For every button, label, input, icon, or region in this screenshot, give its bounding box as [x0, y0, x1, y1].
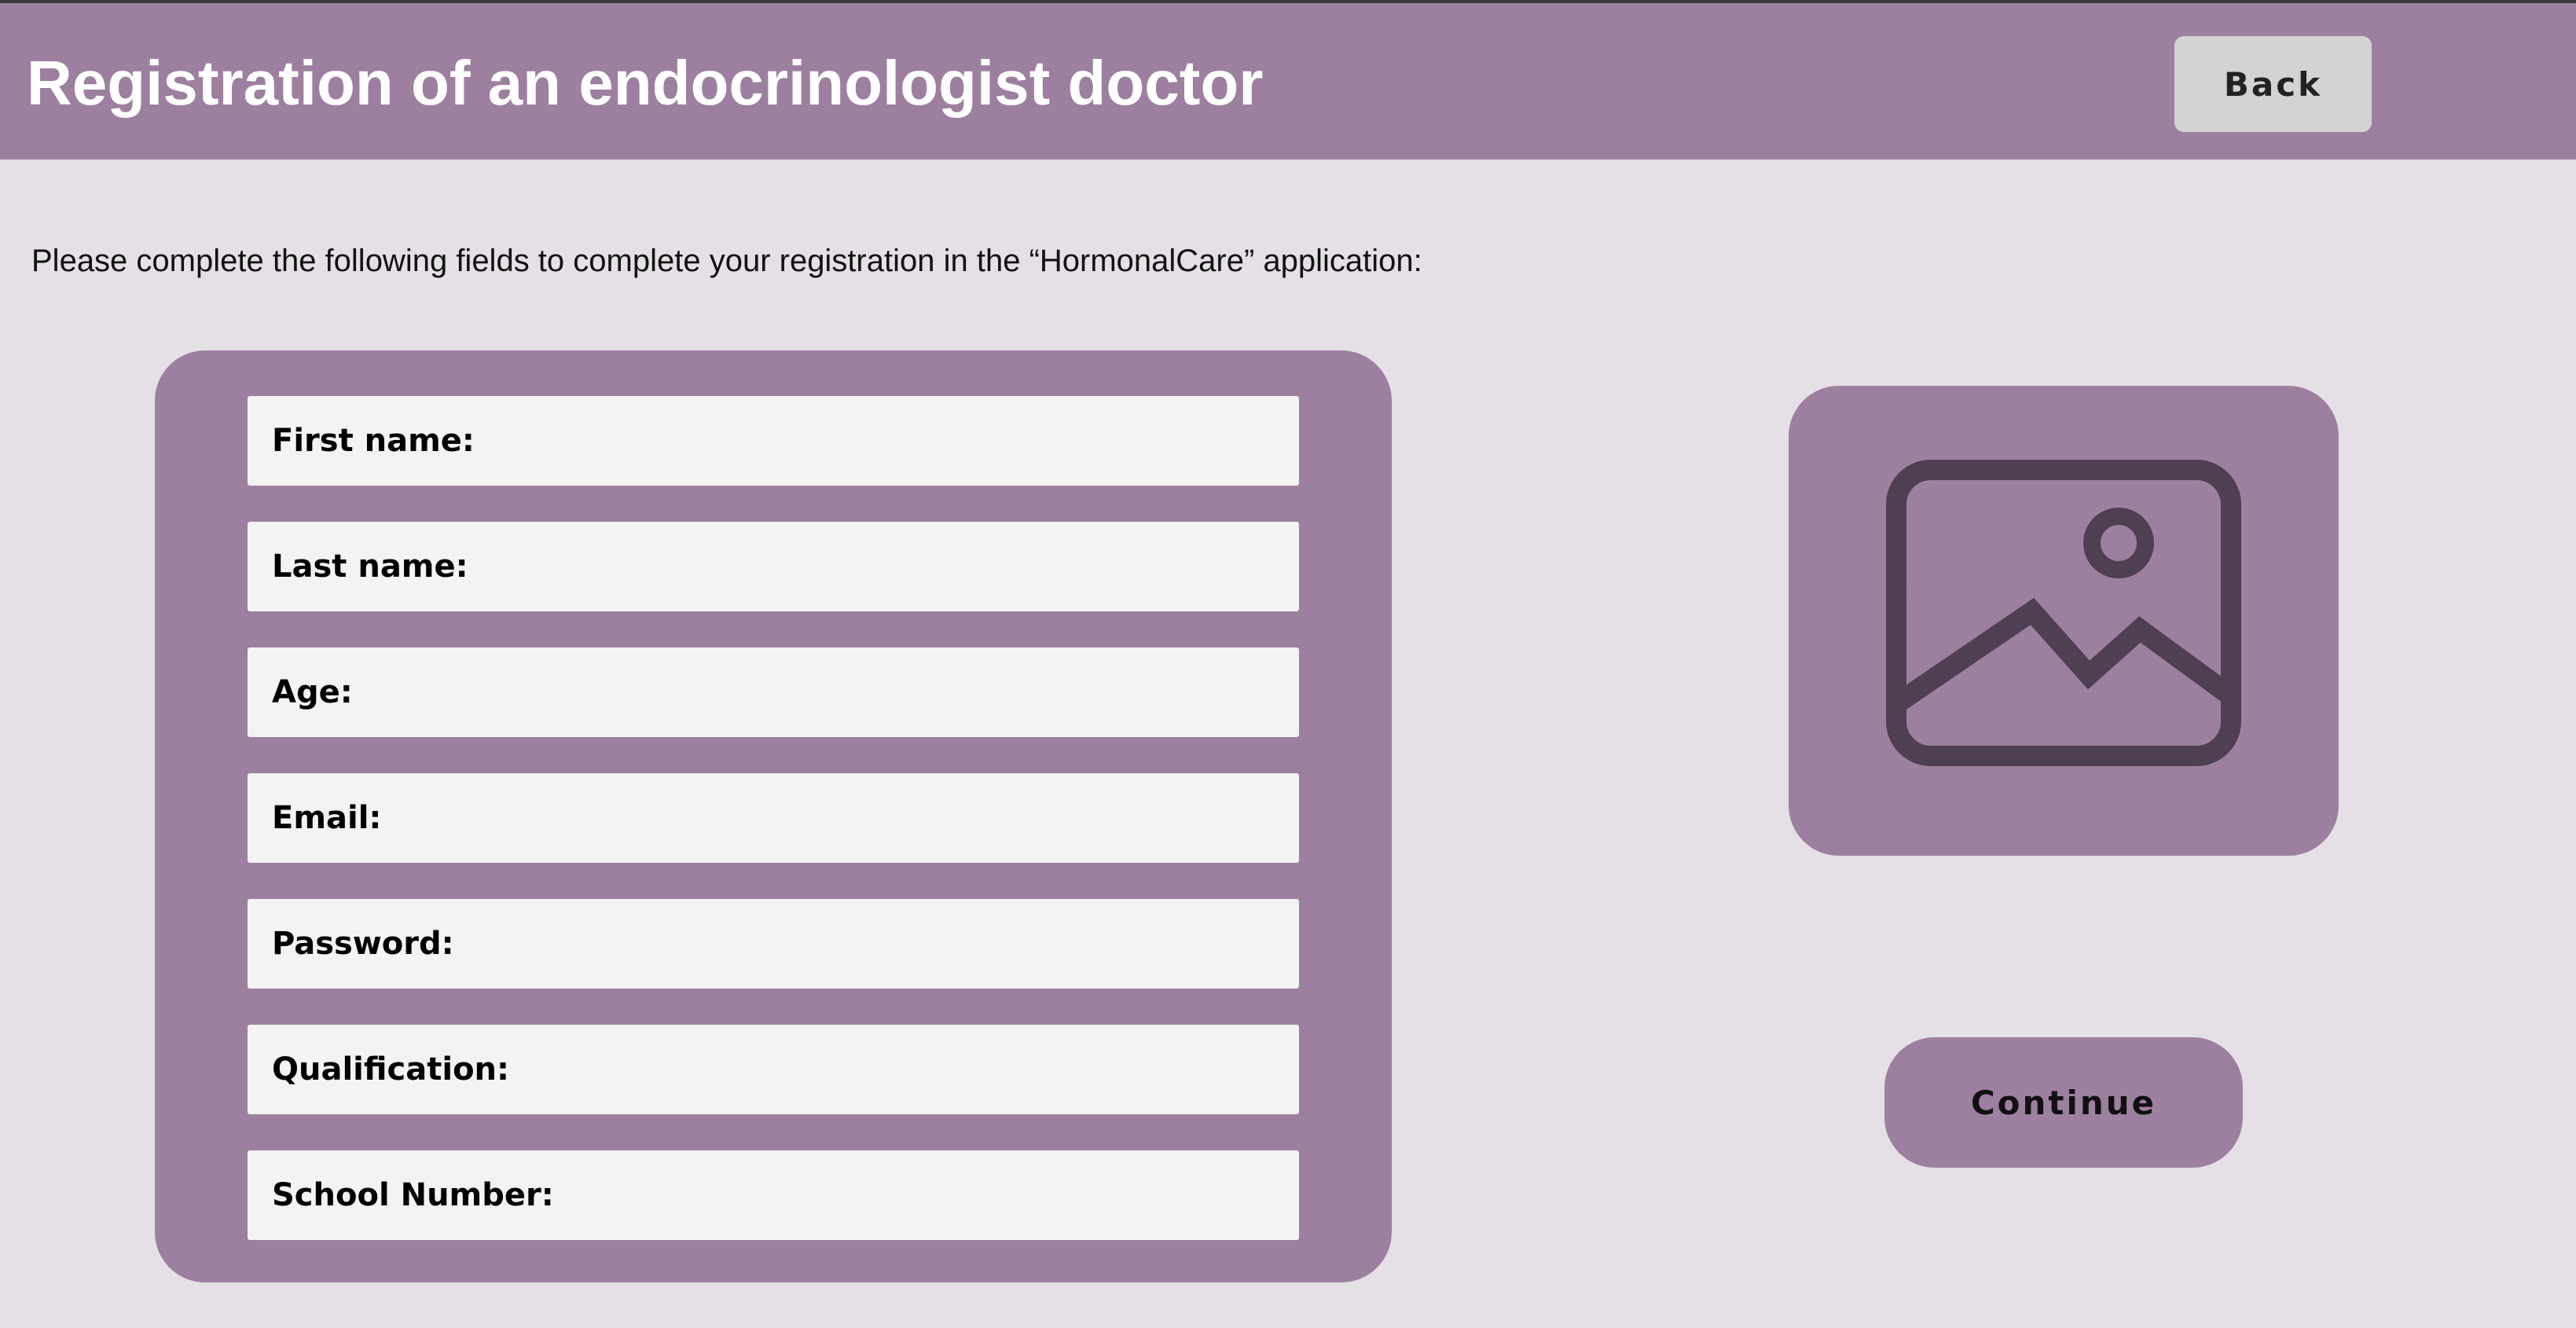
email-label: Email:	[272, 800, 382, 836]
intro-text: Please complete the following fields to …	[31, 244, 1422, 278]
password-label: Password:	[272, 926, 454, 962]
profile-photo-upload[interactable]	[1789, 386, 2339, 856]
header-bar: Registration of an endocrinologist docto…	[0, 3, 2576, 160]
image-placeholder-icon	[1886, 460, 2241, 766]
age-label: Age:	[272, 674, 353, 710]
password-field[interactable]: Password:	[248, 899, 1299, 989]
qualification-label: Qualification:	[272, 1051, 510, 1088]
first-name-label: First name:	[272, 423, 475, 459]
first-name-field[interactable]: First name:	[248, 396, 1299, 486]
registration-form-panel: First name: Last name: Age: Email: Passw…	[155, 350, 1392, 1282]
qualification-field[interactable]: Qualification:	[248, 1025, 1299, 1114]
email-field[interactable]: Email:	[248, 773, 1299, 863]
continue-button[interactable]: Continue	[1884, 1037, 2243, 1168]
last-name-field[interactable]: Last name:	[248, 522, 1299, 611]
page-title: Registration of an endocrinologist docto…	[27, 48, 1264, 118]
last-name-label: Last name:	[272, 548, 468, 585]
age-field[interactable]: Age:	[248, 647, 1299, 737]
school-number-field[interactable]: School Number:	[248, 1150, 1299, 1240]
back-button[interactable]: Back	[2174, 36, 2372, 132]
school-number-label: School Number:	[272, 1177, 554, 1213]
